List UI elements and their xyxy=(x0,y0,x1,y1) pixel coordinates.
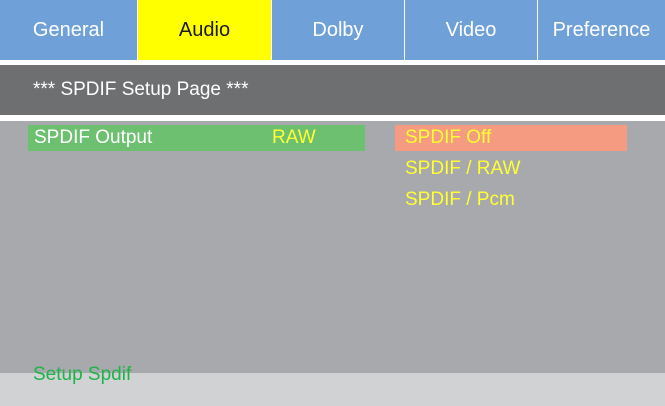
tab-preference[interactable]: Preference xyxy=(538,0,665,60)
page-title: *** SPDIF Setup Page *** xyxy=(0,65,665,115)
tab-bar: General Audio Dolby Video Preference xyxy=(0,0,665,60)
option-spdif-raw[interactable]: SPDIF / RAW xyxy=(395,156,627,182)
tab-general[interactable]: General xyxy=(0,0,138,60)
setup-screen: General Audio Dolby Video Preference ***… xyxy=(0,0,665,406)
footer-hint: Setup Spdif xyxy=(33,364,132,385)
setting-label: SPDIF Output xyxy=(34,127,153,148)
spdif-output-setting[interactable]: SPDIF Output RAW xyxy=(28,125,365,151)
spdif-options-list: SPDIF Off SPDIF / RAW SPDIF / Pcm xyxy=(395,125,627,218)
setting-value: RAW xyxy=(272,127,316,148)
tab-audio[interactable]: Audio xyxy=(138,0,272,60)
divider xyxy=(0,115,665,121)
option-spdif-off[interactable]: SPDIF Off xyxy=(395,125,627,151)
tab-dolby[interactable]: Dolby xyxy=(272,0,405,60)
tab-video[interactable]: Video xyxy=(405,0,538,60)
option-spdif-pcm[interactable]: SPDIF / Pcm xyxy=(395,187,627,213)
